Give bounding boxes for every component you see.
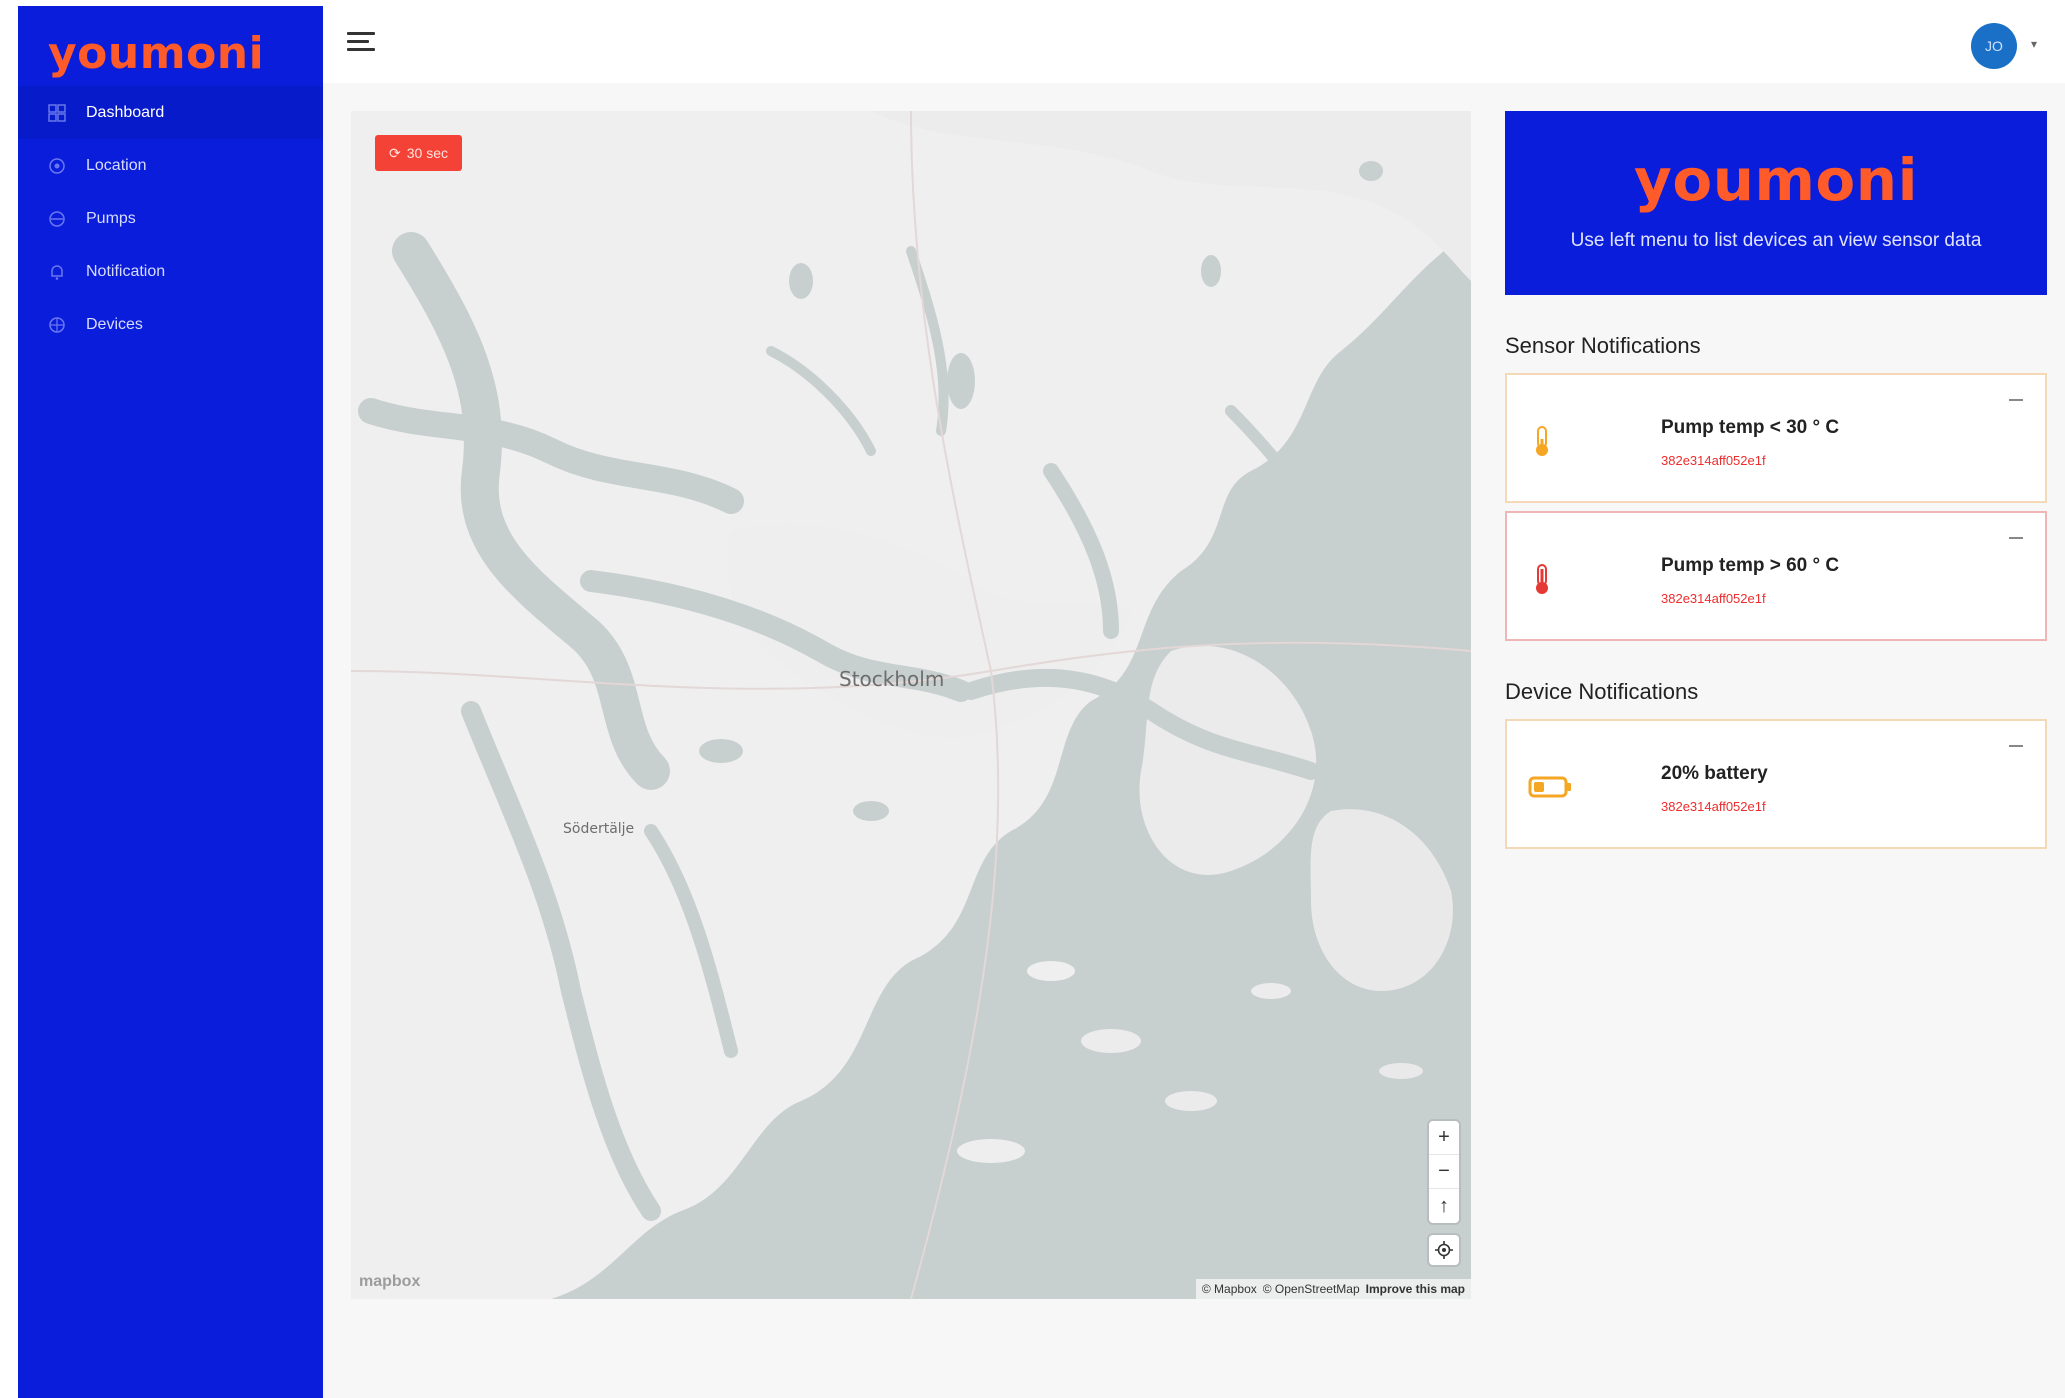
device-notifications-title: Device Notifications [1505,679,1699,704]
sidebar-item-pumps[interactable]: Pumps [18,192,323,245]
notification-device-id[interactable]: 382e314aff052e1f [1661,591,1766,606]
chevron-down-icon[interactable]: ▾ [2031,37,2041,51]
notification-device-id[interactable]: 382e314aff052e1f [1661,453,1766,468]
notification-card[interactable]: Pump temp > 60 ° C 382e314aff052e1f [1505,511,2047,641]
brand-card: youmoni Use left menu to list devices an… [1505,111,2047,295]
notification-title: Pump temp < 30 ° C [1661,417,1840,438]
thermometer-high-icon [1529,563,1555,595]
right-panel: youmoni Use left menu to list devices an… [1505,111,2047,857]
sidebar-item-label: Devices [86,315,143,333]
zoom-out-button[interactable]: − [1429,1155,1459,1189]
thermometer-low-icon [1529,425,1555,457]
attribution-mapbox[interactable]: © Mapbox [1202,1282,1257,1296]
main-content: ⟳ 30 sec Stockholm Södertälje + − ↑ mapb… [323,83,2065,1398]
refresh-interval-label: 30 sec [406,145,448,161]
device-icon [48,316,66,334]
dismiss-icon[interactable] [2009,537,2023,539]
improve-map-link[interactable]: Improve this map [1366,1282,1465,1296]
dismiss-icon[interactable] [2009,399,2023,401]
sidebar-item-label: Dashboard [86,103,165,121]
sensor-notifications-title: Sensor Notifications [1505,333,1701,358]
notification-title: 20% battery [1661,763,1768,784]
sidebar-nav: Dashboard Location Pumps Notification De… [18,86,323,351]
zoom-in-button[interactable]: + [1429,1121,1459,1155]
sidebar-item-label: Location [86,156,147,174]
refresh-interval-button[interactable]: ⟳ 30 sec [375,135,462,171]
app-logo[interactable]: youmoni [48,18,264,88]
map-zoom-controls: + − ↑ [1429,1121,1459,1223]
notification-card[interactable]: Pump temp < 30 ° C 382e314aff052e1f [1505,373,2047,503]
attribution-osm[interactable]: © OpenStreetMap [1263,1282,1360,1296]
brand-card-text: Use left menu to list devices an view se… [1570,230,1982,251]
sidebar-item-label: Pumps [86,209,136,227]
map-attribution: © Mapbox © OpenStreetMap Improve this ma… [1195,1279,1471,1299]
sidebar-item-location[interactable]: Location [18,139,323,192]
bell-icon [48,263,66,281]
sidebar-item-devices[interactable]: Devices [18,298,323,351]
dismiss-icon[interactable] [2009,745,2023,747]
avatar[interactable]: JO [1971,23,2017,69]
dashboard-icon [48,103,66,122]
top-bar: JO ▾ [323,0,2065,83]
app-frame: youmoni Dashboard Location Pumps Notific… [0,0,2065,1398]
location-icon [48,157,66,175]
map-label-stockholm: Stockholm [839,667,945,691]
map-label-sodertalje: Södertälje [563,821,635,837]
notification-title: Pump temp > 60 ° C [1661,555,1840,576]
pump-icon [48,210,66,228]
sidebar-item-label: Notification [86,262,166,280]
compass-button[interactable]: ↑ [1429,1189,1459,1223]
mapbox-logo[interactable]: mapbox [359,1273,420,1291]
sidebar-item-notification[interactable]: Notification [18,245,323,298]
brand-card-logo: youmoni [1634,146,1918,214]
map-view[interactable]: ⟳ 30 sec Stockholm Södertälje + − ↑ mapb… [351,111,1471,1299]
geolocate-button[interactable] [1429,1235,1459,1265]
map-terrain [351,111,1471,1299]
notification-device-id[interactable]: 382e314aff052e1f [1661,799,1766,814]
notification-card[interactable]: 20% battery 382e314aff052e1f [1505,719,2047,849]
menu-toggle-icon[interactable] [347,32,377,56]
left-gutter [0,0,18,1398]
sidebar-item-dashboard[interactable]: Dashboard [18,86,323,139]
sidebar: youmoni Dashboard Location Pumps Notific… [18,6,323,1398]
refresh-icon: ⟳ [389,144,401,161]
crosshair-icon [1435,1241,1453,1259]
battery-icon [1527,771,1573,803]
